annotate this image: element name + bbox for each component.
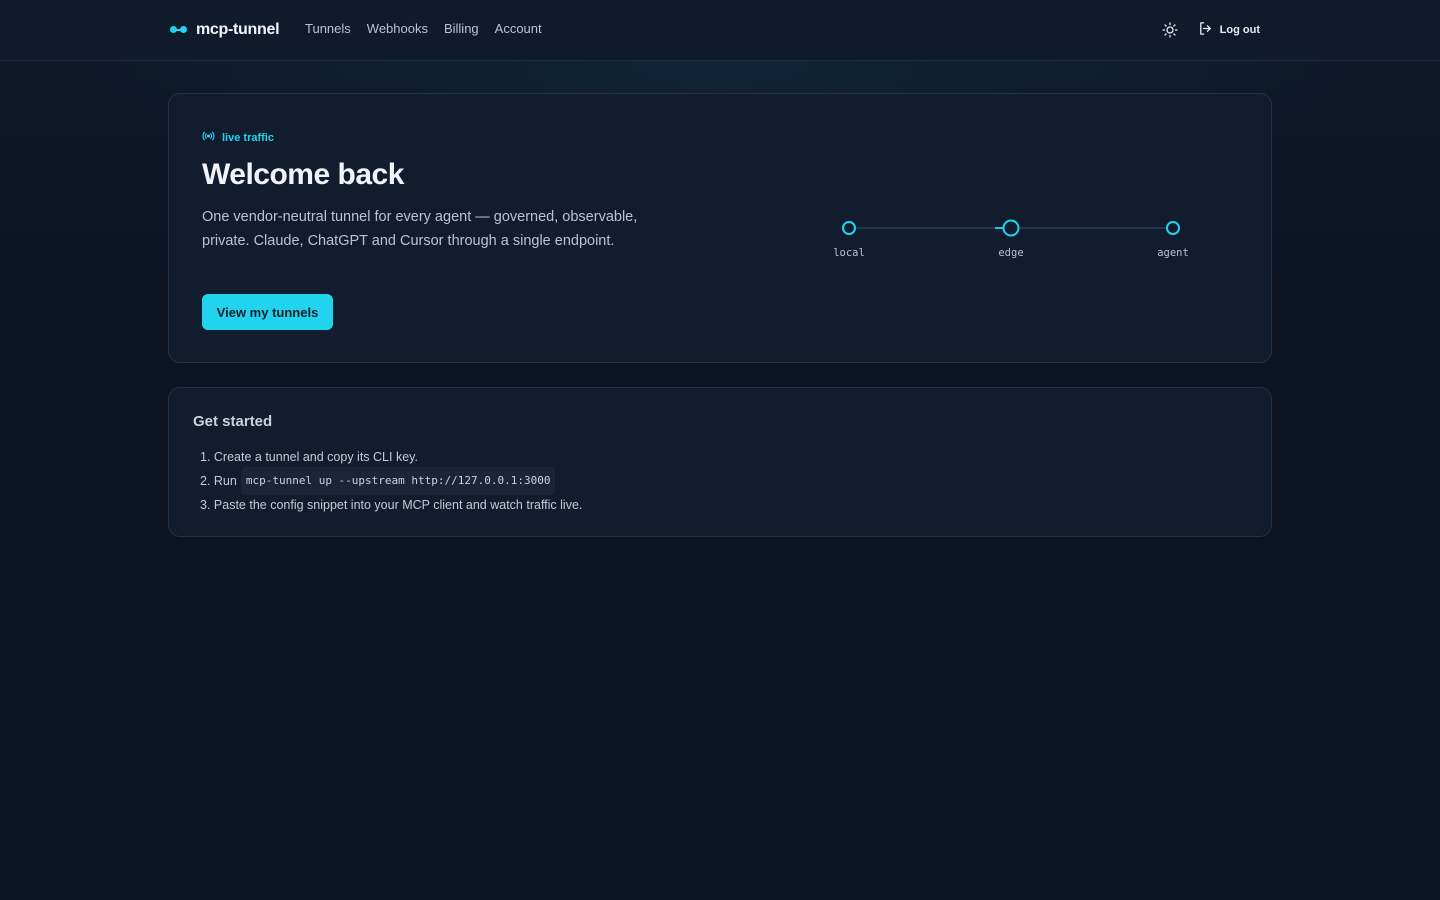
view-tunnels-button[interactable]: View my tunnels <box>202 294 333 330</box>
brand-name: mcp-tunnel <box>196 21 280 38</box>
top-navbar: mcp-tunnel Tunnels Webhooks Billing Acco… <box>0 0 1440 61</box>
step-number: 3. <box>200 498 214 512</box>
nav-account[interactable]: Account <box>495 21 542 36</box>
broadcast-icon <box>202 131 215 144</box>
tunnel-logo-icon <box>170 26 187 34</box>
list-item: 3. Paste the config snippet into your MC… <box>200 493 582 517</box>
flow-label-local: local <box>833 247 865 259</box>
hero-description: One vendor-neutral tunnel for every agen… <box>202 209 638 249</box>
get-started-title: Get started <box>193 413 273 430</box>
logout-button[interactable]: Log out <box>1198 21 1260 39</box>
welcome-card: live traffic Welcome back One vendor-neu… <box>168 93 1272 363</box>
flow-label-edge: edge <box>998 247 1024 259</box>
flow-node-edge <box>1002 219 1020 237</box>
brand[interactable]: mcp-tunnel <box>170 19 280 41</box>
steps-list: 1. Create a tunnel and copy its CLI key.… <box>200 445 582 517</box>
step-text: Create a tunnel and copy its CLI key. <box>213 450 418 464</box>
flow-label-agent: agent <box>1157 247 1189 259</box>
step-text: Paste the config snippet into your MCP c… <box>213 498 583 512</box>
flow-node-local <box>842 221 856 235</box>
list-item: 1. Create a tunnel and copy its CLI key. <box>200 445 582 469</box>
nav-tunnels[interactable]: Tunnels <box>305 21 351 36</box>
step-number: 2. <box>200 474 214 488</box>
nav-webhooks[interactable]: Webhooks <box>367 21 428 36</box>
flow-node-agent <box>1166 221 1180 235</box>
step-text: Run <box>213 474 237 488</box>
step-number: 1. <box>200 450 214 464</box>
sun-icon[interactable] <box>1160 20 1180 40</box>
nav-billing[interactable]: Billing <box>444 21 479 36</box>
logout-label: Log out <box>1219 24 1260 36</box>
tunnel-flow-diagram: local edge agent <box>829 214 1189 274</box>
header-actions: Log out <box>1160 20 1260 40</box>
live-traffic-badge: live traffic <box>202 131 274 144</box>
logout-icon <box>1198 21 1213 39</box>
list-item: 2. Run mcp-tunnel up --upstream http://1… <box>200 467 582 495</box>
main-nav: Tunnels Webhooks Billing Account <box>305 21 542 36</box>
get-started-card: Get started 1. Create a tunnel and copy … <box>168 387 1272 537</box>
live-traffic-label: live traffic <box>222 131 274 144</box>
page-title: Welcome back <box>202 158 404 191</box>
cli-command[interactable]: mcp-tunnel up --upstream http://127.0.0.… <box>240 467 556 495</box>
